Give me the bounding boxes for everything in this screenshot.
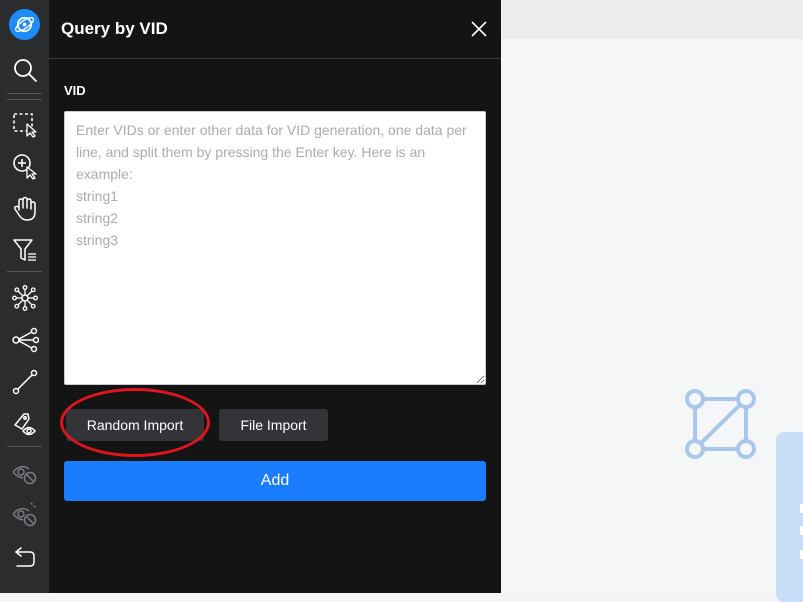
file-import-button[interactable]: File Import xyxy=(219,409,328,441)
path-button[interactable] xyxy=(0,362,49,402)
filter-icon xyxy=(12,239,36,261)
tag-visibility-icon xyxy=(13,413,36,436)
tag-visibility-button[interactable] xyxy=(0,404,49,444)
undo-button[interactable] xyxy=(0,536,49,576)
box-select-icon xyxy=(12,113,37,138)
undo-icon xyxy=(14,547,35,567)
search-button[interactable] xyxy=(0,50,49,90)
graph-canvas[interactable] xyxy=(501,39,803,593)
add-select-icon xyxy=(12,154,37,180)
side-card[interactable] xyxy=(776,432,803,602)
network-expand-icon xyxy=(11,285,38,311)
panel-title: Query by VID xyxy=(61,19,168,38)
toolbar-divider xyxy=(7,99,42,100)
planet-icon xyxy=(14,16,35,33)
hide-edge-button[interactable] xyxy=(0,494,49,534)
filter-button[interactable] xyxy=(0,230,49,270)
canvas-header xyxy=(501,0,803,39)
panel-divider xyxy=(49,58,501,59)
share-nodes-icon xyxy=(11,327,39,353)
hand-icon xyxy=(13,196,36,221)
box-select-button[interactable] xyxy=(0,104,49,144)
close-icon[interactable] xyxy=(468,18,490,40)
random-import-button[interactable]: Random Import xyxy=(66,409,204,441)
toolbar-divider xyxy=(7,271,42,272)
left-toolbar xyxy=(0,0,49,593)
query-by-vid-panel: Query by VID VID Random Import File Impo… xyxy=(49,0,501,593)
path-icon xyxy=(12,369,37,395)
search-icon xyxy=(13,59,37,82)
empty-graph-icon xyxy=(685,389,756,459)
add-select-button[interactable] xyxy=(0,146,49,186)
hand-button[interactable] xyxy=(0,188,49,228)
toolbar-divider xyxy=(7,93,42,94)
network-expand-button[interactable] xyxy=(0,278,49,318)
vid-input[interactable] xyxy=(64,111,486,385)
hide-edge-icon xyxy=(11,502,37,527)
app-logo[interactable] xyxy=(9,9,40,40)
add-button[interactable]: Add xyxy=(64,461,486,501)
share-nodes-button[interactable] xyxy=(0,320,49,360)
hide-node-icon xyxy=(11,465,36,485)
toolbar-divider xyxy=(7,446,42,447)
vid-label: VID xyxy=(64,83,86,98)
hide-node-button[interactable] xyxy=(0,452,49,492)
